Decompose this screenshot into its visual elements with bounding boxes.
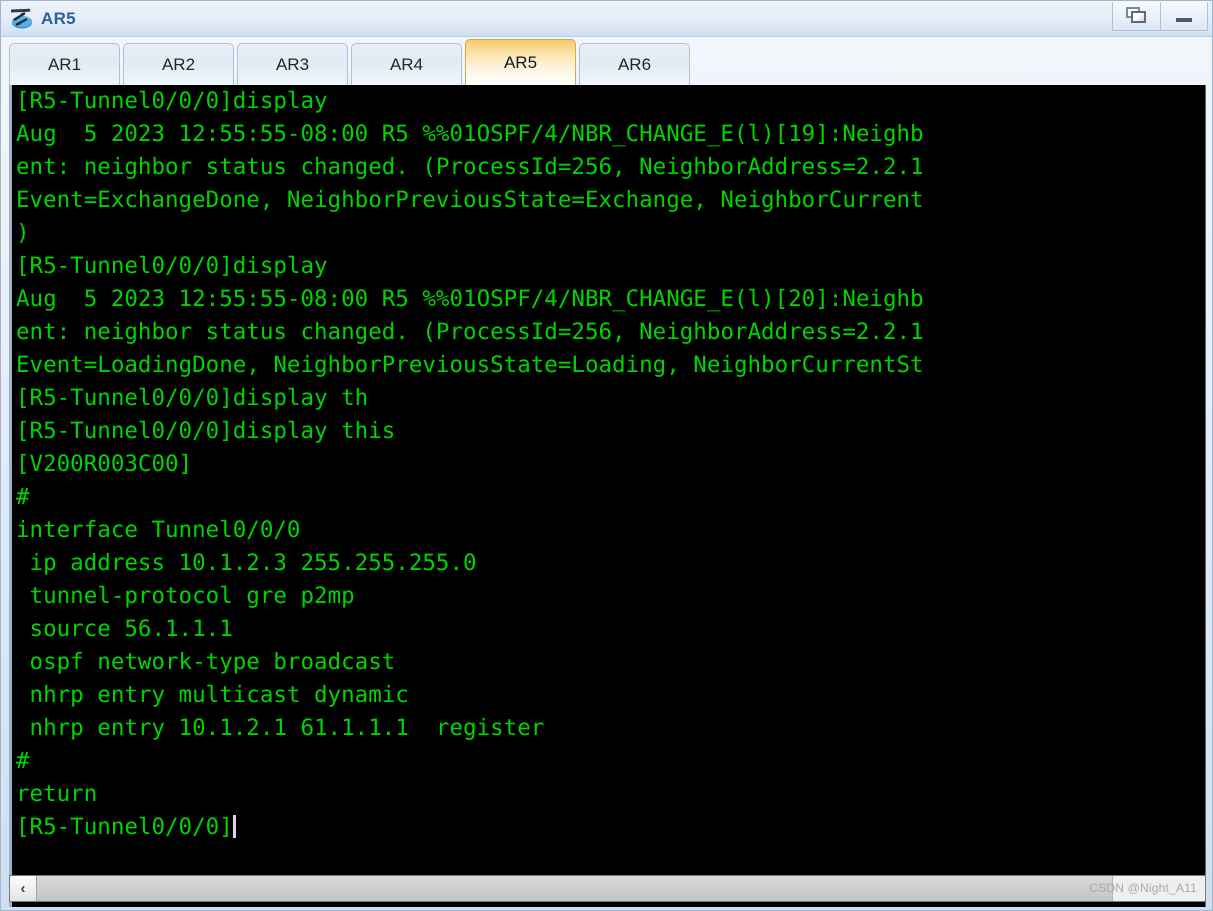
tab-ar3[interactable]: AR3 [237,43,348,85]
terminal-line: ent: neighbor status changed. (ProcessId… [16,154,924,180]
terminal-line: ospf network-type broadcast [16,649,396,675]
title-bar-left: AR5 [9,5,76,33]
minimize-button[interactable] [1160,2,1208,31]
scroll-left-arrow-icon[interactable]: ‹ [10,876,37,901]
title-bar[interactable]: AR5 [1,1,1212,37]
terminal-line: [R5-Tunnel0/0/0]display this [16,418,396,444]
tab-label: AR2 [161,54,196,74]
restore-button[interactable] [1112,2,1160,31]
terminal-line: interface Tunnel0/0/0 [16,517,301,543]
terminal-line: Event=ExchangeDone, NeighborPreviousStat… [16,187,924,213]
terminal-line: return [16,781,98,807]
text-cursor [232,815,236,838]
terminal-line: # [16,484,30,510]
tab-ar2[interactable]: AR2 [123,43,234,85]
terminal-line: [R5-Tunnel0/0/0]display [16,88,328,114]
tab-label: AR4 [389,54,424,74]
tab-ar5[interactable]: AR5 [465,39,576,85]
tab-ar6[interactable]: AR6 [579,43,690,85]
router-icon [9,7,35,31]
terminal-line: tunnel-protocol gre p2mp [16,583,355,609]
terminal-line: source 56.1.1.1 [16,616,233,642]
terminal-line: Event=LoadingDone, NeighborPreviousState… [16,352,924,378]
terminal-line: nhrp entry multicast dynamic [16,682,409,708]
tab-ar4[interactable]: AR4 [351,43,462,85]
window-controls [1112,2,1208,32]
ar5-console-window: AR5 AR1 AR2 AR3 AR4 AR5 AR6 [R5-Tunnel0/0/0]d… [0,0,1213,911]
window-title: AR5 [41,9,76,28]
terminal-line: ent: neighbor status changed. (ProcessId… [16,319,924,345]
tab-label: AR5 [503,52,538,72]
terminal-line: Aug 5 2023 12:55:55-08:00 R5 %%01OSPF/4/… [16,286,924,312]
terminal-line: Aug 5 2023 12:55:55-08:00 R5 %%01OSPF/4/… [16,121,924,147]
horizontal-scrollbar[interactable]: ‹ CSDN @Night_A11 [9,875,1206,902]
tab-ar1[interactable]: AR1 [9,43,120,85]
terminal-panel[interactable]: [R5-Tunnel0/0/0]display Aug 5 2023 12:55:… [9,85,1206,907]
minimize-icon [1176,18,1192,22]
terminal-line: ) [16,220,30,246]
scrollbar-track[interactable]: CSDN @Night_A11 [37,876,1205,901]
restore-icon [1125,7,1148,25]
terminal-line: # [16,748,30,774]
terminal-line: [R5-Tunnel0/0/0]display th [16,385,369,411]
terminal-line: [V200R003C00] [16,451,193,477]
scrollbar-thumb[interactable] [37,876,1113,901]
terminal-output[interactable]: [R5-Tunnel0/0/0]display Aug 5 2023 12:55:… [16,85,1205,857]
device-tab-strip: AR1 AR2 AR3 AR4 AR5 AR6 [1,37,1212,85]
terminal-prompt: [R5-Tunnel0/0/0] [16,814,233,840]
terminal-line: [R5-Tunnel0/0/0]display [16,253,328,279]
terminal-line: ip address 10.1.2.3 255.255.255.0 [16,550,477,576]
tab-label: AR6 [617,54,652,74]
tab-label: AR1 [47,54,82,74]
terminal-line: nhrp entry 10.1.2.1 61.1.1.1 register [16,715,545,741]
tab-label: AR3 [275,54,310,74]
terminal-prompt-line: [R5-Tunnel0/0/0] [16,811,1205,844]
watermark: CSDN @Night_A11 [1089,881,1197,895]
